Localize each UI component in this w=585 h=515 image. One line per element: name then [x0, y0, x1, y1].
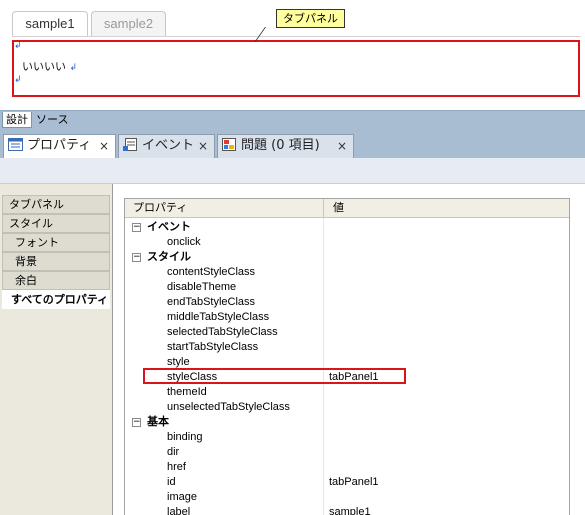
property-name: image — [167, 491, 197, 503]
close-icon[interactable]: × — [337, 135, 347, 157]
property-group-row[interactable]: − 基本 — [125, 415, 569, 430]
property-group-row[interactable]: − スタイル — [125, 250, 569, 265]
property-name: selectedTabStyleClass — [167, 326, 278, 338]
property-value[interactable]: sample1 — [329, 505, 371, 515]
property-name: onclick — [167, 236, 201, 248]
category-style[interactable]: スタイル — [2, 214, 110, 233]
property-value[interactable]: tabPanel1 — [329, 475, 379, 490]
tab-problems-label: 問題 (0 項目) — [241, 138, 320, 153]
view-toolbar — [0, 158, 585, 184]
property-group-label: スタイル — [147, 251, 191, 263]
tab-problems[interactable]: 問題 (0 項目) × — [217, 134, 354, 158]
property-row[interactable]: middleTabStyleClass — [125, 310, 569, 325]
category-font[interactable]: フォント — [2, 233, 110, 252]
property-row[interactable]: disableTheme — [125, 280, 569, 295]
collapse-icon[interactable]: − — [132, 253, 141, 262]
collapse-icon[interactable]: − — [132, 223, 141, 232]
property-name: middleTabStyleClass — [167, 311, 270, 323]
property-row[interactable]: onclick — [125, 235, 569, 250]
property-group-label: イベント — [147, 221, 191, 233]
events-icon — [123, 137, 138, 151]
category-background[interactable]: 背景 — [2, 252, 110, 271]
editor-mode-bar: 設計 ソース — [0, 110, 585, 128]
property-name: startTabStyleClass — [167, 341, 259, 353]
column-divider[interactable] — [323, 199, 324, 218]
property-name: href — [167, 461, 186, 473]
tab-sample1[interactable]: sample1 — [12, 11, 88, 36]
close-icon[interactable]: × — [198, 135, 208, 157]
property-row[interactable]: href — [125, 460, 569, 475]
close-icon[interactable]: × — [99, 135, 109, 157]
property-row[interactable]: endTabStyleClass — [125, 295, 569, 310]
column-header-value[interactable]: 値 — [333, 199, 344, 217]
property-row[interactable]: label sample1 — [125, 505, 569, 515]
property-grid-header: プロパティ 値 — [125, 199, 569, 218]
property-name: contentStyleClass — [167, 266, 256, 278]
property-row[interactable]: unselectedTabStyleClass — [125, 400, 569, 415]
tab-panel-content[interactable]: ↲ いいいい ↲ ↲ — [12, 40, 580, 97]
view-tab-bar: プロパティ × イベント × 問題 (0 項目) × — [0, 128, 585, 158]
property-row[interactable]: binding — [125, 430, 569, 445]
tab-properties-label: プロパティ — [27, 138, 92, 153]
property-name: binding — [167, 431, 203, 443]
column-header-property[interactable]: プロパティ — [133, 199, 187, 217]
tab-sample2[interactable]: sample2 — [91, 11, 166, 36]
line-break-marker-icon: ↲ — [69, 63, 78, 73]
property-name: themeId — [167, 386, 207, 398]
tab-strip-divider — [12, 36, 581, 37]
property-name: dir — [167, 446, 180, 458]
category-list: タブパネル スタイル フォント 背景 余白 すべてのプロパティ — [0, 184, 113, 515]
tab-properties[interactable]: プロパティ × — [3, 134, 116, 158]
tab-panel-callout: タブパネル — [276, 9, 345, 28]
line-break-marker-icon: ↲ — [14, 75, 22, 85]
category-all-properties[interactable]: すべてのプロパティ — [2, 290, 110, 309]
tab-events[interactable]: イベント × — [118, 134, 215, 158]
property-name: id — [167, 476, 176, 488]
property-row[interactable]: selectedTabStyleClass — [125, 325, 569, 340]
property-name: disableTheme — [167, 281, 237, 293]
property-name: endTabStyleClass — [167, 296, 256, 308]
property-group-label: 基本 — [147, 416, 169, 428]
panel-text[interactable]: いいいい ↲ — [22, 58, 77, 74]
property-name: unselectedTabStyleClass — [167, 401, 290, 413]
property-row[interactable]: themeId — [125, 385, 569, 400]
panel-text-value: いいいい — [22, 60, 66, 73]
property-row[interactable]: id tabPanel1 — [125, 475, 569, 490]
properties-icon — [8, 137, 23, 151]
property-name: label — [167, 506, 191, 515]
property-row[interactable]: image — [125, 490, 569, 505]
tab-source[interactable]: ソース — [33, 112, 71, 128]
tab-events-label: イベント — [142, 138, 195, 153]
line-break-marker-icon: ↲ — [14, 41, 22, 51]
collapse-icon[interactable]: − — [132, 418, 141, 427]
styleclass-highlight-box — [143, 368, 406, 384]
property-row[interactable]: dir — [125, 445, 569, 460]
problems-icon — [222, 137, 237, 151]
property-group-row[interactable]: − イベント — [125, 220, 569, 235]
property-row[interactable]: contentStyleClass — [125, 265, 569, 280]
property-grid: プロパティ 値 − イベント onclick − スタイル contentStyleCla… — [124, 198, 570, 515]
tab-design[interactable]: 設計 — [2, 112, 32, 128]
design-canvas[interactable]: sample1 sample2 ↲ いいいい ↲ ↲ タブパネル — [0, 0, 585, 110]
category-tab-panel[interactable]: タブパネル — [2, 195, 110, 214]
category-margin[interactable]: 余白 — [2, 271, 110, 290]
property-row[interactable]: startTabStyleClass — [125, 340, 569, 355]
